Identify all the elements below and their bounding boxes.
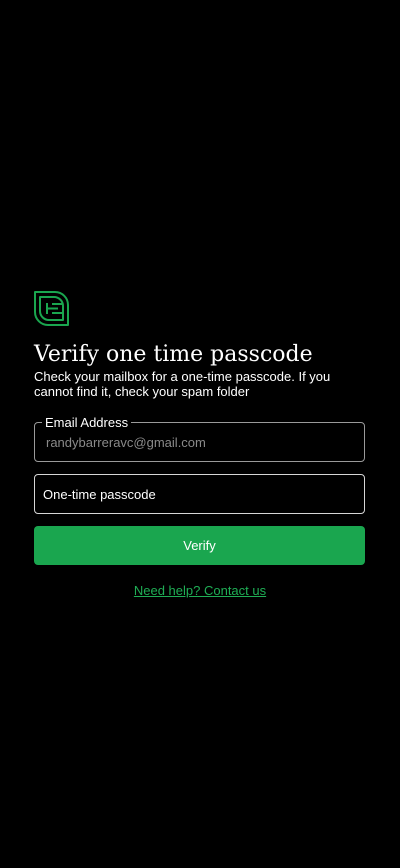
brand-logo-icon bbox=[33, 290, 70, 327]
email-field-label: Email Address bbox=[42, 415, 132, 430]
contact-help-link[interactable]: Need help? Contact us bbox=[0, 583, 400, 598]
page-subtitle: Check your mailbox for a one-time passco… bbox=[34, 369, 331, 399]
otp-input-placeholder: One-time passcode bbox=[43, 487, 156, 502]
page-title: Verify one time passcode bbox=[34, 342, 313, 367]
otp-input[interactable]: One-time passcode bbox=[34, 474, 365, 514]
verify-button[interactable]: Verify bbox=[34, 526, 365, 565]
email-field[interactable]: Email Address randybarreravc@gmail.com bbox=[34, 415, 365, 462]
email-field-value: randybarreravc@gmail.com bbox=[46, 435, 206, 450]
